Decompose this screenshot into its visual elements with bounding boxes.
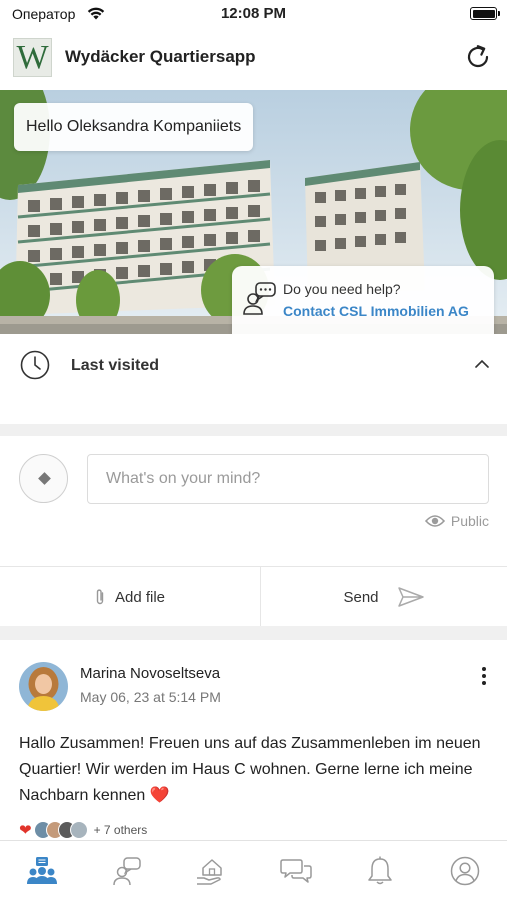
user-avatar-placeholder xyxy=(19,454,68,503)
tab-profile[interactable] xyxy=(423,841,507,900)
send-label: Send xyxy=(343,588,379,606)
composer-actions: Add file Send xyxy=(0,566,507,627)
greeting-card: Hello Oleksandra Kompaniiets xyxy=(14,103,254,151)
tab-notifications[interactable] xyxy=(338,841,423,900)
reactions-row[interactable]: ❤ + 7 others xyxy=(19,820,147,840)
post-text: Hallo Zusammen! Freuen uns auf das Zusam… xyxy=(19,735,481,804)
reactor-avatar xyxy=(69,821,88,839)
tab-messages[interactable] xyxy=(254,841,339,900)
add-file-button[interactable]: Add file xyxy=(0,567,260,627)
bell-icon xyxy=(368,856,392,884)
visibility-label: Public xyxy=(450,513,489,529)
refresh-icon[interactable] xyxy=(463,42,493,72)
messages-icon xyxy=(280,858,312,883)
last-visited-section[interactable]: Last visited xyxy=(0,334,507,424)
battery-icon xyxy=(470,7,500,20)
bottom-tab-bar xyxy=(0,840,507,900)
home-hand-icon xyxy=(197,858,222,885)
clock-time: 12:08 PM xyxy=(220,5,287,22)
clock-icon xyxy=(20,350,50,380)
send-icon xyxy=(397,587,424,607)
section-divider xyxy=(0,626,507,640)
feed-post: Marina Novoseltseva May 06, 23 at 5:14 P… xyxy=(0,640,507,840)
post-date: May 06, 23 at 5:14 PM xyxy=(80,689,221,705)
tab-support[interactable] xyxy=(85,841,170,900)
community-icon xyxy=(27,856,58,884)
status-bar: Оператор 12:08 PM xyxy=(0,0,507,30)
help-question: Do you need help? xyxy=(283,281,401,297)
contact-link[interactable]: Contact CSL Immobilien AG xyxy=(283,303,469,319)
chat-support-icon xyxy=(113,856,141,885)
heart-icon: ❤ xyxy=(19,822,32,839)
more-options-icon[interactable] xyxy=(481,666,487,686)
tab-community[interactable] xyxy=(0,841,85,900)
last-visited-label: Last visited xyxy=(71,357,160,374)
help-card[interactable]: Do you need help? Contact CSL Immobilien… xyxy=(232,266,494,334)
author-avatar[interactable] xyxy=(19,662,68,711)
section-divider xyxy=(0,424,507,436)
hero-banner: Hello Oleksandra Kompaniiets Do you need… xyxy=(0,90,507,334)
post-composer: Public xyxy=(0,436,507,566)
post-input[interactable] xyxy=(87,454,489,504)
post-author[interactable]: Marina Novoseltseva xyxy=(80,665,220,682)
visibility-selector[interactable]: Public xyxy=(424,513,489,529)
chevron-up-icon[interactable] xyxy=(475,359,489,369)
app-header: W Wydäcker Quartiersapp xyxy=(0,30,507,90)
app-title: Wydäcker Quartiersapp xyxy=(65,47,256,66)
paperclip-icon xyxy=(96,589,104,605)
send-button[interactable]: Send xyxy=(261,567,507,627)
app-logo: W xyxy=(13,38,52,77)
support-chat-icon xyxy=(243,282,276,315)
eye-icon xyxy=(424,515,445,527)
add-file-label: Add file xyxy=(114,588,166,606)
others-count: + 7 others xyxy=(93,823,148,837)
tab-home[interactable] xyxy=(169,841,254,900)
profile-icon xyxy=(450,856,479,885)
